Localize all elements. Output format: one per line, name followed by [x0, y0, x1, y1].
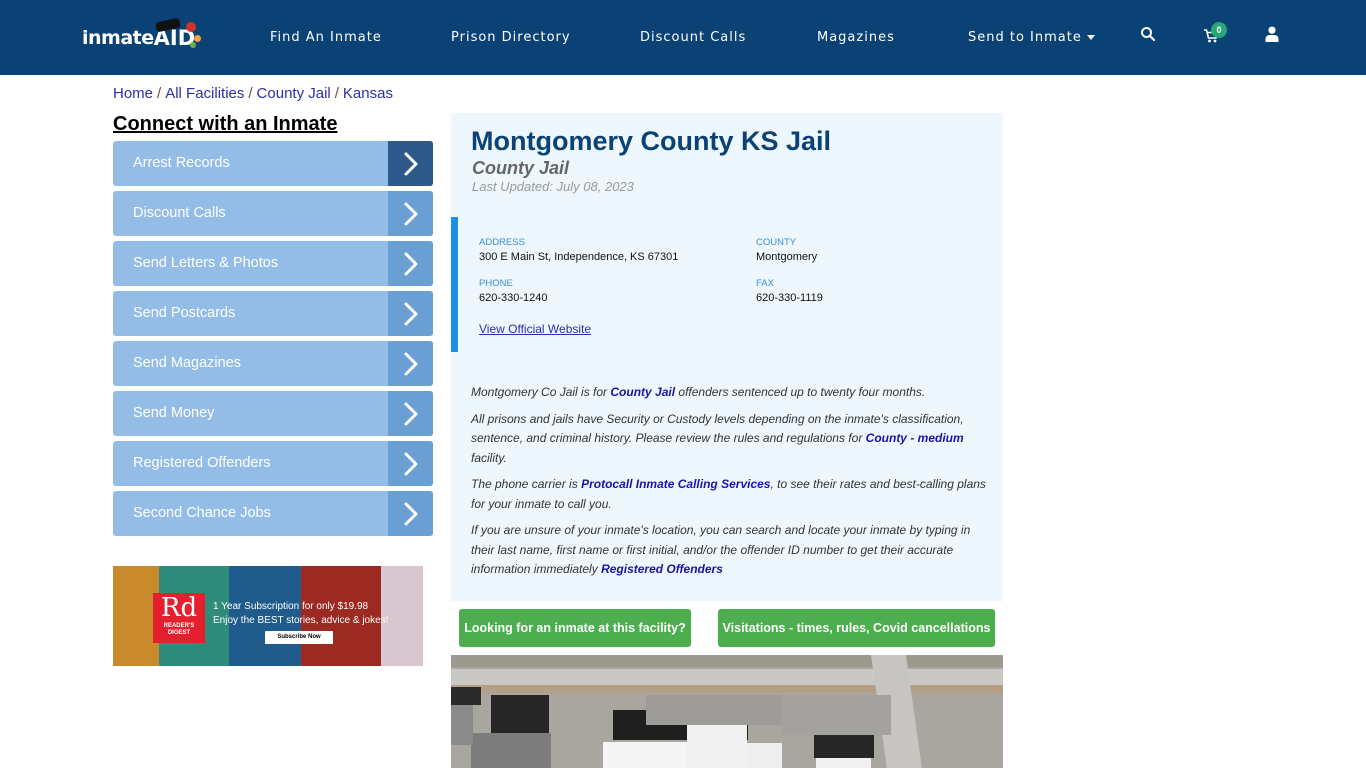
search-icon[interactable]	[1140, 26, 1162, 48]
sidebar-item-label: Arrest Records	[133, 155, 230, 171]
find-inmate-at-facility-button[interactable]: Looking for an inmate at this facility?	[459, 609, 691, 647]
ad-tagline: Enjoy the BEST stories, advice & jokes!	[213, 615, 389, 626]
facility-contact-info: ADDRESS 300 E Main St, Independence, KS …	[451, 217, 1003, 352]
facility-description: Montgomery Co Jail is for County Jail of…	[471, 383, 991, 587]
breadcrumb-county-jail[interactable]: County Jail	[257, 85, 331, 102]
breadcrumb-all-facilities[interactable]: All Facilities	[165, 85, 244, 102]
facility-name: Montgomery County KS Jail	[471, 126, 832, 156]
description-paragraph: Montgomery Co Jail is for County Jail of…	[471, 383, 991, 403]
nav-label: Find An Inmate	[270, 30, 382, 45]
facility-type: County Jail	[472, 158, 570, 178]
text: offenders sentenced up to twenty four mo…	[675, 385, 926, 399]
user-icon[interactable]	[1265, 26, 1287, 48]
sidebar-item-registered-offenders[interactable]: Registered Offenders	[113, 441, 433, 486]
sidebar-item-label: Send Letters & Photos	[133, 255, 279, 271]
readers-digest-ad-banner[interactable]: Rd READER'S DIGEST 1 Year Subscription f…	[113, 566, 423, 666]
breadcrumb-separator: /	[157, 85, 162, 102]
sidebar-item-label: Discount Calls	[133, 205, 226, 221]
chevron-right-icon	[388, 441, 433, 486]
nav-magazines[interactable]: Magazines	[817, 0, 895, 75]
breadcrumb-separator: /	[334, 85, 339, 102]
sidebar-item-label: Send Postcards	[133, 305, 236, 321]
breadcrumb: Home / All Facilities / County Jail / Kansas	[113, 85, 393, 102]
text: facility.	[471, 450, 507, 465]
sidebar-item-send-money[interactable]: Send Money	[113, 391, 433, 436]
address-label: ADDRESS	[479, 237, 525, 248]
nav-discount-calls[interactable]: Discount Calls	[640, 0, 746, 75]
logo-small-2: DIGEST	[167, 630, 191, 636]
sidebar-item-send-postcards[interactable]: Send Postcards	[113, 291, 433, 336]
description-paragraph: All prisons and jails have Security or C…	[471, 410, 991, 469]
logo-text: inmate	[82, 27, 154, 49]
phone-value: 620-330-1240	[479, 292, 548, 304]
logo-decoration	[189, 42, 196, 48]
logo-aid: AID	[154, 17, 201, 50]
logo-decoration	[185, 22, 196, 32]
ad-offer-text: 1 Year Subscription for only $19.98	[213, 601, 369, 612]
breadcrumb-home[interactable]: Home	[113, 85, 153, 102]
text: Montgomery Co Jail is for	[471, 385, 611, 399]
chevron-right-icon	[388, 341, 433, 386]
chevron-right-icon	[388, 191, 433, 236]
fax-label: FAX	[756, 278, 774, 289]
text: The phone carrier is	[471, 477, 582, 491]
phone-label: PHONE	[479, 278, 513, 289]
county-value: Montgomery	[756, 251, 818, 263]
chevron-right-icon	[388, 491, 433, 536]
nav-label: Prison Directory	[451, 30, 571, 45]
sidebar-item-send-letters-and-photos[interactable]: Send Letters & Photos	[113, 241, 433, 286]
nav-prison-directory[interactable]: Prison Directory	[451, 0, 571, 75]
nav-send-to-inmate[interactable]: Send to Inmate	[968, 0, 1095, 75]
logo-decoration	[193, 35, 201, 42]
last-updated: Last Updated: July 08, 2023	[472, 179, 634, 194]
sidebar-item-arrest-records[interactable]: Arrest Records	[113, 141, 433, 186]
visitations-button[interactable]: Visitations - times, rules, Covid cancel…	[718, 609, 995, 647]
readers-digest-logo: Rd READER'S DIGEST	[153, 593, 205, 643]
cart-count-badge: 0	[1211, 22, 1227, 38]
sidebar-item-discount-calls[interactable]: Discount Calls	[113, 191, 433, 236]
breadcrumb-separator: /	[248, 85, 253, 102]
description-paragraph: The phone carrier is Protocall Inmate Ca…	[471, 475, 991, 514]
sidebar-title: Connect with an Inmate	[113, 113, 338, 135]
county-jail-link[interactable]: County Jail	[610, 385, 675, 399]
county-label: COUNTY	[756, 237, 797, 248]
fax-value: 620-330-1119	[756, 292, 823, 304]
chevron-right-icon	[388, 391, 433, 436]
address-value: 300 E Main St, Independence, KS 67301	[479, 251, 679, 263]
logo-rd: Rd	[160, 593, 198, 623]
security-level-link[interactable]: County - medium	[866, 431, 964, 445]
inmateaid-logo[interactable]: inmate AID	[82, 17, 201, 54]
caret-down-icon	[1086, 35, 1095, 40]
sidebar-item-second-chance-jobs[interactable]: Second Chance Jobs	[113, 491, 433, 536]
nav-find-an-inmate[interactable]: Find An Inmate	[270, 0, 382, 75]
sidebar-item-label: Send Magazines	[133, 355, 242, 371]
facility-aerial-map[interactable]	[451, 655, 1003, 768]
breadcrumb-kansas[interactable]: Kansas	[343, 85, 393, 102]
phone-carrier-link[interactable]: Protocall Inmate Calling Services	[581, 477, 770, 491]
chevron-right-icon	[388, 141, 433, 186]
subscribe-now-button[interactable]: Subscribe Now	[265, 631, 333, 644]
view-official-website-link[interactable]: View Official Website	[479, 322, 591, 336]
chevron-right-icon	[388, 291, 433, 336]
sidebar-item-label: Second Chance Jobs	[133, 505, 271, 521]
logo-small-1: READER'S	[163, 623, 195, 629]
description-paragraph: If you are unsure of your inmate's locat…	[471, 521, 991, 580]
chevron-right-icon	[388, 241, 433, 286]
sidebar-item-label: Send Money	[133, 405, 215, 421]
nav-label: Discount Calls	[640, 30, 747, 45]
sidebar-item-send-magazines[interactable]: Send Magazines	[113, 341, 433, 386]
nav-label: Send to Inmate	[968, 30, 1082, 45]
nav-label: Magazines	[817, 30, 895, 45]
facility-card: Montgomery County KS Jail County Jail La…	[451, 113, 1003, 601]
top-navigation-bar: inmate AID Find An Inmate Prison Directo…	[0, 0, 1366, 75]
sidebar-item-label: Registered Offenders	[133, 455, 271, 471]
registered-offenders-link[interactable]: Registered Offenders	[601, 562, 723, 576]
sidebar-menu: Arrest Records Discount Calls Send Letters…	[113, 141, 433, 541]
